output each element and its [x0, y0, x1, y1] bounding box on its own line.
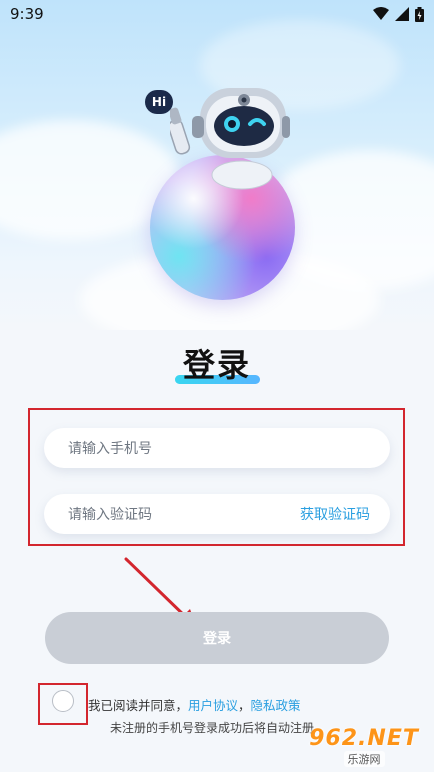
site-watermark: 962.NET 乐游网: [300, 724, 428, 768]
privacy-policy-link[interactable]: 隐私政策: [251, 698, 301, 713]
user-agreement-link[interactable]: 用户协议: [188, 698, 238, 713]
agreement-text: 我已阅读并同意，用户协议，隐私政策: [88, 695, 301, 714]
agreement-separator: ，: [238, 698, 251, 713]
hi-speech-bubble: Hi: [145, 90, 173, 114]
code-placeholder: 请输入验证码: [68, 507, 152, 523]
phone-placeholder: 请输入手机号: [68, 441, 152, 457]
get-code-button[interactable]: 获取验证码: [300, 504, 370, 524]
robot-mascot: [170, 88, 290, 190]
verification-code-input[interactable]: 请输入验证码 获取验证码: [44, 494, 390, 534]
login-button-label: 登录: [203, 631, 231, 647]
phone-input[interactable]: 请输入手机号: [44, 428, 390, 468]
wifi-icon: [373, 7, 389, 20]
hero-illustration: Hi: [0, 0, 434, 330]
signal-icon: [395, 7, 409, 21]
auto-register-note: 未注册的手机号登录成功后将自动注册: [110, 721, 315, 735]
hi-text: Hi: [151, 95, 167, 109]
agreement-checkbox[interactable]: [52, 690, 74, 712]
status-icons: [373, 6, 424, 22]
battery-icon: [415, 6, 424, 22]
watermark-sub: 乐游网: [343, 750, 385, 767]
agreement-prefix: 我已阅读并同意，: [88, 698, 189, 713]
watermark-main: 962.NET: [309, 725, 419, 751]
status-time: 9:39: [10, 5, 44, 23]
status-bar: 9:39: [0, 0, 434, 28]
login-button[interactable]: 登录: [45, 612, 389, 664]
page-title: 登录: [182, 346, 251, 384]
